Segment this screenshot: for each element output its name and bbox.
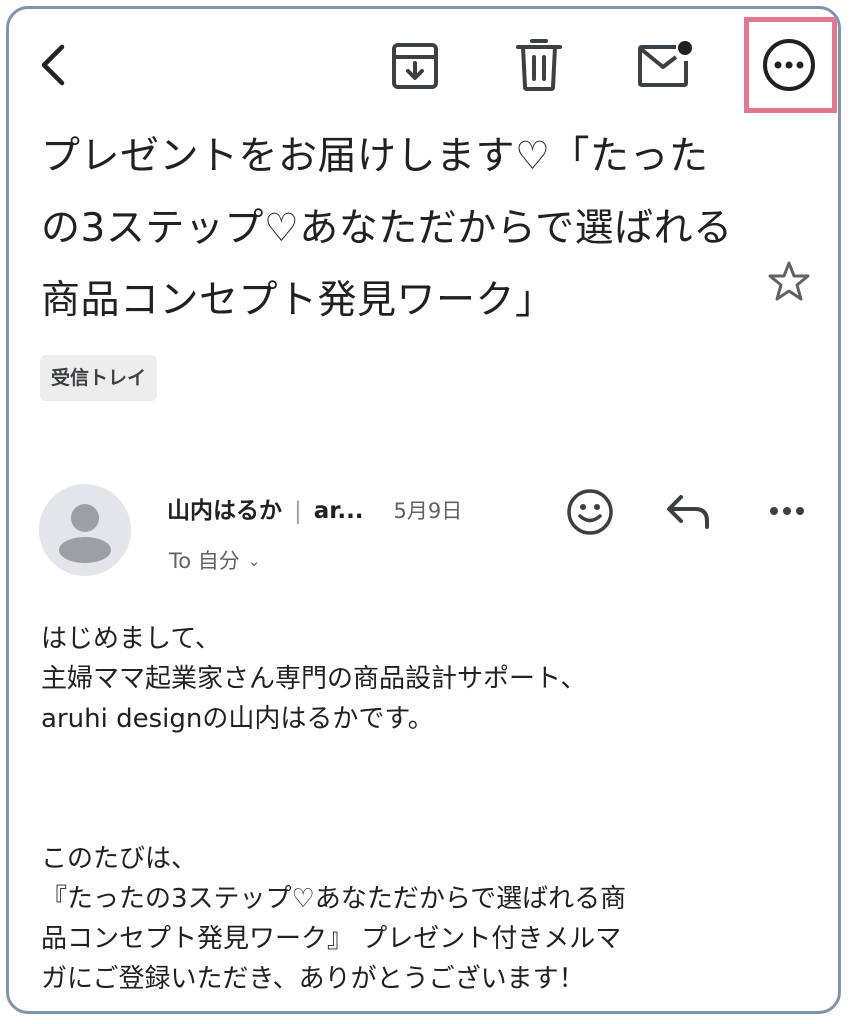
- star-icon[interactable]: [766, 259, 812, 305]
- body-line: 主婦ママ起業家さん専門の商品設計サポート、: [41, 664, 587, 694]
- mail-unread-icon[interactable]: [636, 39, 696, 91]
- reply-icon[interactable]: [665, 491, 713, 531]
- back-arrow-icon[interactable]: [35, 41, 71, 89]
- archive-icon[interactable]: [390, 41, 440, 91]
- body-line: 『たったの3ステップ♡あなただからで選ばれる商: [41, 884, 627, 914]
- emoji-reaction-icon[interactable]: [565, 487, 615, 537]
- inbox-label-chip[interactable]: 受信トレイ: [40, 355, 158, 401]
- sender-name: 山内はるか: [167, 498, 282, 524]
- more-horizontal-icon[interactable]: [767, 499, 807, 523]
- body-line: 品コンセプト発見ワーク』 プレゼント付きメルマ: [41, 924, 622, 954]
- email-date: 5月9日: [393, 499, 463, 523]
- sender-address: ar...: [313, 498, 364, 524]
- more-horizontal-circle-icon[interactable]: [760, 36, 818, 94]
- avatar: [39, 484, 131, 576]
- sender-divider: |: [294, 498, 302, 524]
- recipient-toggle[interactable]: To 自分 ⌄: [169, 545, 260, 575]
- email-subject: プレゼントをお届けします♡「たったの3ステップ♡あなただからで選ばれる商品コンセ…: [41, 134, 733, 323]
- chevron-down-icon: ⌄: [247, 552, 261, 570]
- email-view: プレゼントをお届けします♡「たったの3ステップ♡あなただからで選ばれる商品コンセ…: [6, 6, 841, 1014]
- sender-line: 山内はるか | ar... 5月9日: [167, 491, 462, 525]
- body-line: このたびは、: [41, 844, 198, 874]
- body-line: ガにご登録いただき、ありがとうございます！: [41, 964, 585, 994]
- body-line: aruhi designの山内はるかです。: [41, 704, 434, 734]
- recipient-text: To 自分: [169, 549, 240, 573]
- person-icon: [59, 504, 111, 563]
- body-line: はじめまして、: [41, 624, 221, 654]
- email-body: はじめまして、 主婦ママ起業家さん専門の商品設計サポート、 aruhi desi…: [41, 619, 821, 999]
- trash-icon[interactable]: [514, 37, 564, 93]
